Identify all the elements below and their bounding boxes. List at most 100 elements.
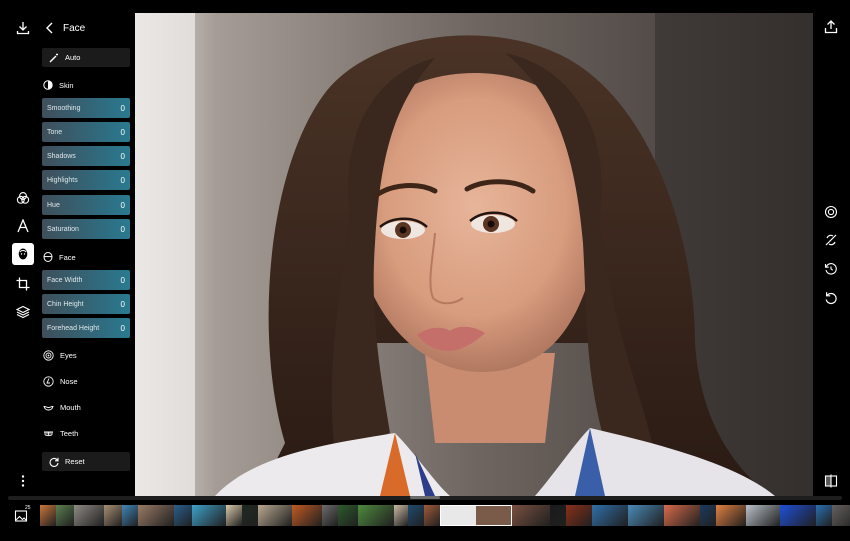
- slider-label: Chin Height: [47, 300, 84, 308]
- gallery-count-badge: 25: [25, 505, 31, 511]
- filmstrip-thumbnail[interactable]: [440, 505, 512, 526]
- filmstrip-thumbnail[interactable]: [512, 505, 550, 526]
- eye-icon: [43, 349, 54, 361]
- history-icon[interactable]: [821, 259, 841, 279]
- mouth-section[interactable]: Mouth: [42, 399, 81, 415]
- forehead-height-slider[interactable]: Forehead Height 0: [42, 318, 130, 338]
- back-chevron-icon[interactable]: [46, 22, 53, 34]
- filmstrip-thumbnail[interactable]: [566, 505, 592, 526]
- skin-icon: [43, 80, 53, 90]
- filmstrip-thumbnail[interactable]: [56, 505, 74, 526]
- filmstrip-thumbnail[interactable]: [816, 505, 832, 526]
- skin-label: Skin: [59, 80, 74, 90]
- filmstrip-thumbnail[interactable]: [122, 505, 138, 526]
- filmstrip-thumbnail[interactable]: [226, 505, 242, 526]
- tone-slider[interactable]: Tone 0: [42, 122, 130, 142]
- mouth-label: Mouth: [60, 402, 81, 412]
- highlights-slider[interactable]: Highlights 0: [42, 170, 130, 190]
- mouth-icon: [43, 405, 54, 410]
- saturation-slider[interactable]: Saturation 0: [42, 219, 130, 239]
- slider-value: 0: [120, 224, 125, 234]
- slider-label: Highlights: [47, 176, 78, 184]
- thumbnail-row: [40, 505, 850, 526]
- compare-icon[interactable]: [821, 471, 841, 491]
- slider-value: 0: [120, 275, 125, 285]
- filmstrip-thumbnail[interactable]: [104, 505, 122, 526]
- filmstrip-thumbnail[interactable]: [700, 505, 716, 526]
- filmstrip-thumbnail[interactable]: [716, 505, 746, 526]
- reset-label: Reset: [65, 457, 85, 466]
- teeth-section[interactable]: Teeth: [42, 425, 78, 441]
- filmstrip-scroll-thumb[interactable]: [410, 496, 440, 499]
- filmstrip-thumbnail[interactable]: [832, 505, 850, 526]
- filmstrip-thumbnail[interactable]: [258, 505, 292, 526]
- more-vertical-icon[interactable]: [12, 470, 34, 492]
- slider-label: Smoothing: [47, 104, 81, 112]
- undo-icon[interactable]: [821, 288, 841, 308]
- slider-label: Shadows: [47, 152, 76, 160]
- filmstrip-thumbnail[interactable]: [550, 505, 566, 526]
- mask-off-icon[interactable]: [821, 230, 841, 250]
- nose-section[interactable]: Nose: [42, 373, 78, 389]
- shadows-slider[interactable]: Shadows 0: [42, 146, 130, 166]
- filmstrip-thumbnail[interactable]: [394, 505, 408, 526]
- hue-slider[interactable]: Hue 0: [42, 195, 130, 215]
- healing-icon[interactable]: [821, 202, 841, 222]
- filmstrip-thumbnail[interactable]: [628, 505, 664, 526]
- slider-label: Forehead Height: [47, 324, 100, 332]
- slider-label: Hue: [47, 201, 60, 209]
- page-title: Face: [63, 22, 86, 34]
- slider-value: 0: [120, 299, 125, 309]
- photo-canvas[interactable]: [135, 13, 813, 496]
- smoothing-slider[interactable]: Smoothing 0: [42, 98, 130, 118]
- auto-button[interactable]: Auto: [42, 48, 130, 67]
- teeth-label: Teeth: [60, 428, 79, 438]
- slider-label: Saturation: [47, 225, 79, 233]
- filmstrip-thumbnail[interactable]: [322, 505, 338, 526]
- face-outline-icon: [43, 252, 53, 262]
- reset-button[interactable]: Reset: [42, 452, 130, 471]
- filmstrip-thumbnail[interactable]: [138, 505, 174, 526]
- slider-value: 0: [120, 127, 125, 137]
- left-toolbar: [0, 0, 42, 541]
- slider-value: 0: [120, 323, 125, 333]
- slider-value: 0: [120, 103, 125, 113]
- crop-icon[interactable]: [12, 273, 34, 295]
- filmstrip-thumbnail[interactable]: [338, 505, 358, 526]
- filmstrip-thumbnail[interactable]: [192, 505, 226, 526]
- face-tool-icon[interactable]: [12, 243, 34, 265]
- filmstrip-thumbnail[interactable]: [592, 505, 628, 526]
- right-toolbar: [813, 0, 850, 541]
- filmstrip-thumbnail[interactable]: [664, 505, 700, 526]
- eyes-section[interactable]: Eyes: [42, 347, 77, 363]
- filmstrip-thumbnail[interactable]: [292, 505, 322, 526]
- layers-icon[interactable]: [12, 301, 34, 323]
- teeth-icon: [44, 431, 53, 436]
- filmstrip-thumbnail[interactable]: [424, 505, 440, 526]
- chin-height-slider[interactable]: Chin Height 0: [42, 294, 130, 314]
- filmstrip-thumbnail[interactable]: [74, 505, 104, 526]
- filmstrip-thumbnail[interactable]: [780, 505, 816, 526]
- filmstrip-thumbnail[interactable]: [358, 505, 394, 526]
- filmstrip-thumbnail[interactable]: [174, 505, 192, 526]
- slider-label: Face Width: [47, 276, 83, 284]
- share-icon[interactable]: [821, 17, 841, 37]
- filmstrip-thumbnail[interactable]: [408, 505, 424, 526]
- text-icon[interactable]: [12, 215, 34, 237]
- filmstrip-thumbnail[interactable]: [40, 505, 56, 526]
- download-icon[interactable]: [12, 17, 34, 39]
- filters-icon[interactable]: [12, 187, 34, 209]
- skin-section[interactable]: Skin: [42, 77, 74, 93]
- panel-header: Face: [46, 18, 85, 38]
- filmstrip-thumbnail[interactable]: [746, 505, 780, 526]
- portrait-image: [135, 13, 813, 496]
- filmstrip-thumbnail[interactable]: [242, 505, 258, 526]
- gallery-icon[interactable]: 25: [14, 505, 32, 524]
- nose-icon: [43, 375, 54, 387]
- filmstrip: 25: [0, 496, 850, 541]
- face-width-slider[interactable]: Face Width 0: [42, 270, 130, 290]
- face-label: Face: [59, 252, 76, 262]
- eyes-label: Eyes: [60, 350, 77, 360]
- face-section[interactable]: Face: [42, 249, 76, 265]
- nose-label: Nose: [60, 376, 78, 386]
